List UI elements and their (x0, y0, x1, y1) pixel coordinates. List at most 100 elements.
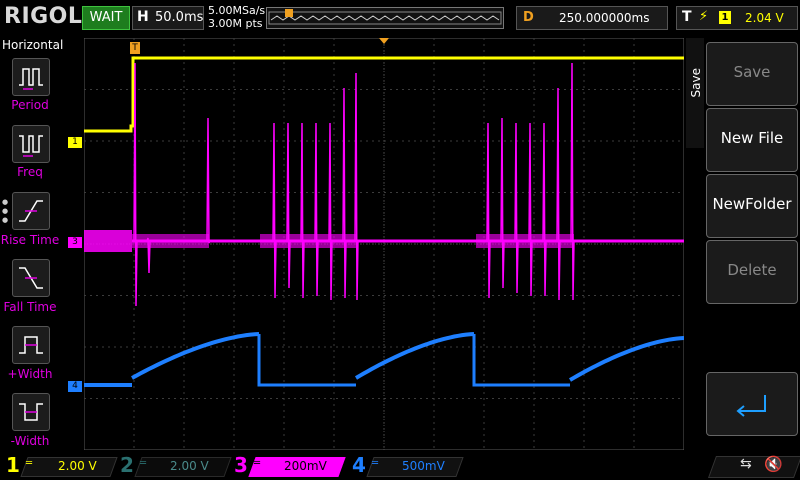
ch3-spike (354, 72, 359, 301)
ch3-spike (556, 87, 561, 301)
ch3-noise-band (84, 230, 132, 252)
ch3-spike (133, 62, 138, 307)
ch3-spike (328, 122, 333, 301)
new-file-label: New File (720, 129, 784, 147)
memory-overview-bar[interactable] (266, 7, 504, 29)
delay-box[interactable]: D 250.000000ms (516, 6, 668, 30)
timebase-value: 50.0ms (155, 10, 204, 25)
bottom-right-box (707, 456, 800, 478)
channel-status-bar: 1 ═ 2.00 V 2 ═ 2.00 V 3 ═ 200mV 4 ═ 500m… (0, 452, 800, 480)
ch3-scale: 200mV (284, 459, 327, 473)
frequency-icon (19, 135, 43, 157)
enter-return-icon (736, 395, 766, 417)
run-status-badge[interactable]: WAIT (82, 6, 130, 30)
ch3-marker-label: 3 (72, 237, 78, 247)
positive-width-button[interactable] (12, 326, 50, 364)
ch3-spike (570, 62, 575, 301)
save-menu-tab-label: Save (689, 68, 703, 98)
rise-time-label: Rise Time (0, 233, 60, 247)
ch3-noise-band (132, 234, 209, 248)
ch4-trace-ramp (354, 332, 475, 380)
page-dots-icon: ● ● ● (2, 198, 9, 224)
new-file-button[interactable]: New File (706, 108, 798, 172)
ch3-spike (514, 122, 519, 294)
new-folder-button[interactable]: NewFolder (706, 174, 798, 238)
ch1-marker-label: 1 (72, 137, 78, 147)
ch3-spike (300, 122, 305, 299)
fall-time-label: Fall Time (3, 300, 57, 314)
top-status-bar: RIGOL WAIT H 50.0ms 5.00MSa/s 3.00M pts … (0, 0, 800, 36)
rigol-logo: RIGOL (4, 4, 83, 29)
speaker-muted-icon: 🔇 (764, 455, 783, 473)
negative-width-icon (19, 403, 43, 421)
trigger-label: T (682, 9, 692, 25)
horizontal-label: H (137, 9, 149, 25)
ch1-status[interactable]: 1 ═ 2.00 V (6, 453, 118, 477)
memory-overview-waveform (268, 9, 502, 25)
frequency-button[interactable] (12, 125, 50, 163)
waveform-display[interactable] (83, 37, 685, 451)
save-button-label: Save (733, 63, 771, 81)
ch2-status[interactable]: 2 ═ 2.00 V (120, 453, 232, 477)
horizontal-center-marker (379, 38, 389, 44)
save-menu-panel: Save Save New File NewFolder Delete (686, 38, 800, 450)
ch3-spike (500, 117, 505, 289)
delete-button[interactable]: Delete (706, 240, 798, 304)
ch4-trace-ramp (131, 332, 260, 380)
ch3-spike (146, 237, 151, 274)
ch4-trace-flat (257, 334, 356, 387)
rise-time-icon (19, 200, 43, 222)
ch1-scale: 2.00 V (58, 459, 97, 473)
delay-label: D (523, 10, 534, 25)
ch3-marker[interactable]: 3 (68, 237, 82, 248)
horizontal-timebase-box[interactable]: H 50.0ms (132, 6, 204, 30)
enter-button[interactable] (706, 372, 798, 436)
ch3-spike (286, 122, 291, 289)
ch3-spike (206, 117, 211, 244)
trigger-source: 1 (719, 11, 731, 24)
ch4-scale: 500mV (402, 459, 445, 473)
positive-width-label: +Width (7, 367, 53, 381)
ch3-spike (528, 122, 533, 297)
delete-label: Delete (727, 261, 777, 279)
ch3-spike (342, 87, 347, 299)
period-label: Period (11, 98, 49, 112)
rise-time-button[interactable] (12, 192, 50, 230)
negative-width-label: -Width (10, 434, 50, 448)
ch3-spike (542, 122, 547, 297)
ch4-marker[interactable]: 4 (68, 381, 82, 392)
ch1-marker[interactable]: 1 (68, 137, 82, 148)
sample-rate-info: 5.00MSa/s 3.00M pts (208, 4, 265, 30)
positive-width-icon (19, 336, 43, 354)
fall-time-icon (19, 267, 43, 289)
save-menu-tab[interactable]: Save (686, 38, 704, 148)
save-button[interactable]: Save (706, 42, 798, 106)
period-button[interactable] (12, 58, 50, 96)
ch4-status[interactable]: 4 ═ 500mV (352, 453, 464, 477)
memory-trigger-marker (285, 9, 293, 17)
frequency-label: Freq (17, 165, 43, 179)
dc-coupling-icon: ═ (26, 458, 33, 469)
sample-rate: 5.00MSa/s (208, 4, 266, 17)
negative-width-button[interactable] (12, 393, 50, 431)
ch4-trace-flat (472, 334, 570, 387)
ch4-trace-ramp (568, 336, 685, 382)
ch3-spike (272, 122, 277, 299)
period-icon (19, 68, 43, 90)
dc-coupling-icon: ═ (140, 458, 147, 469)
dc-coupling-icon: ═ (254, 458, 261, 469)
ch3-spike (486, 122, 491, 299)
trigger-box[interactable]: T ⚡ 1 2.04 V (676, 6, 798, 30)
delay-value: 250.000000ms (559, 11, 650, 25)
ch3-spike (314, 122, 319, 297)
ch3-number: 3 (234, 453, 248, 477)
fall-time-button[interactable] (12, 259, 50, 297)
rising-edge-icon: ⚡ (699, 9, 709, 24)
ch1-number: 1 (6, 453, 20, 477)
ch3-status[interactable]: 3 ═ 200mV (234, 453, 346, 477)
trigger-level: 2.04 V (745, 11, 784, 25)
usb-icon: ⇆ (740, 456, 752, 472)
ch4-number: 4 (352, 453, 366, 477)
ch4-marker-label: 4 (72, 381, 78, 391)
trigger-position-marker[interactable]: T (130, 42, 140, 54)
